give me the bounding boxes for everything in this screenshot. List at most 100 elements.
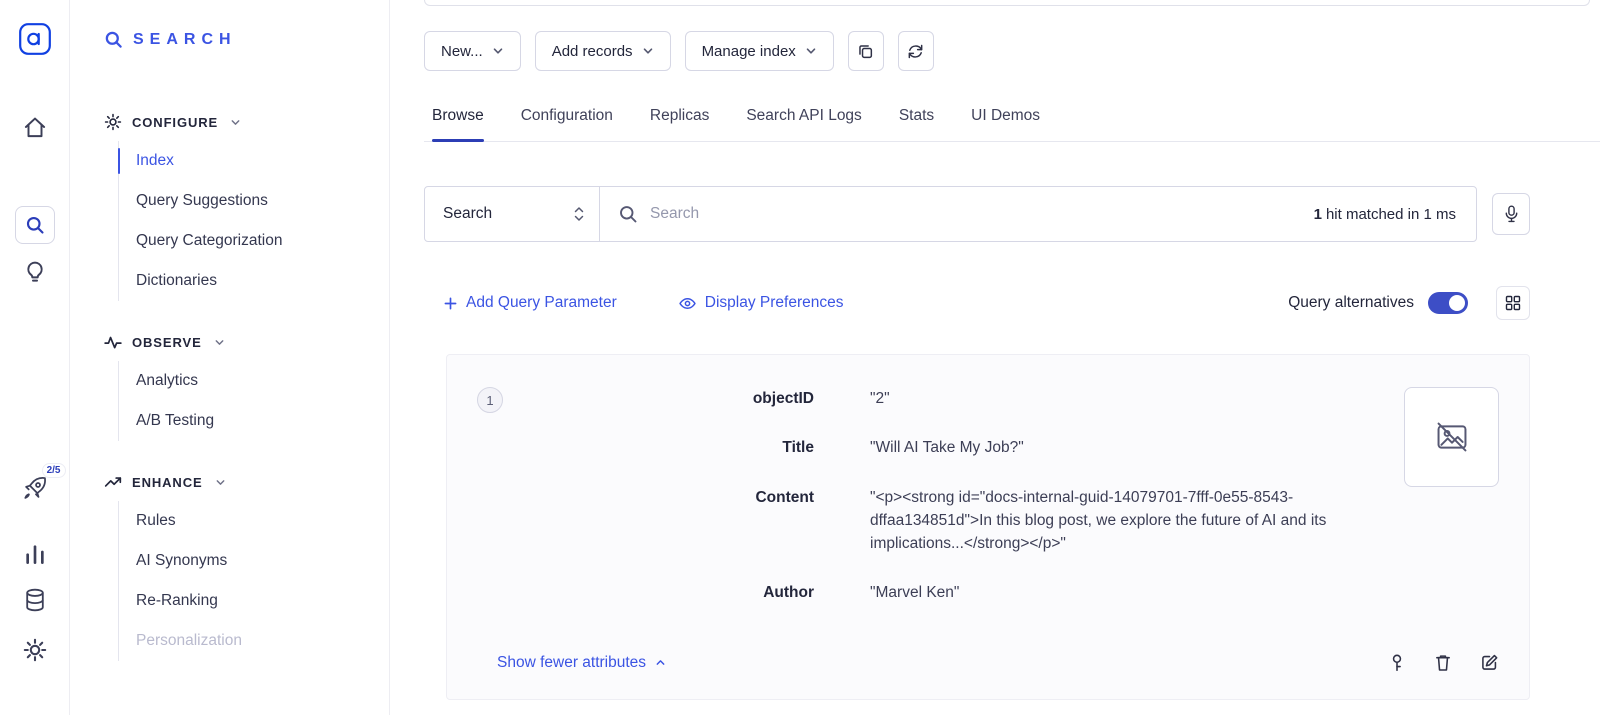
chevron-down-icon bbox=[642, 45, 654, 57]
show-fewer-attributes-link[interactable]: Show fewer attributes bbox=[497, 654, 666, 672]
attribute-value: "<p><strong id="docs-internal-guid-14079… bbox=[870, 486, 1379, 556]
tab-ui-demos[interactable]: UI Demos bbox=[971, 107, 1040, 141]
search-scope-selector[interactable]: Search bbox=[425, 187, 600, 241]
chevron-down-icon bbox=[805, 45, 817, 57]
hits-text: hit matched in 1 ms bbox=[1326, 206, 1456, 223]
query-alternatives-toggle[interactable] bbox=[1428, 292, 1468, 314]
tab-search-api-logs[interactable]: Search API Logs bbox=[746, 107, 861, 141]
sidebar-item-re-ranking[interactable]: Re-Ranking bbox=[119, 581, 389, 621]
recommend-icon[interactable] bbox=[23, 260, 47, 284]
analytics-icon[interactable] bbox=[23, 542, 47, 566]
search-input[interactable] bbox=[650, 205, 1294, 223]
rocket-icon[interactable]: 2/5 bbox=[21, 474, 49, 502]
attribute-row: Author "Marvel Ken" bbox=[525, 581, 1379, 604]
global-header-edge bbox=[424, 0, 1590, 6]
search-row: Search 1hit matched in 1 ms bbox=[424, 186, 1530, 242]
attribute-row: Content "<p><strong id="docs-internal-gu… bbox=[525, 486, 1379, 556]
section-label: OBSERVE bbox=[132, 335, 202, 350]
sidebar-item-personalization[interactable]: Personalization bbox=[119, 621, 389, 661]
sidebar-item-query-suggestions[interactable]: Query Suggestions bbox=[119, 181, 389, 221]
index-toolbar: New... Add records Manage index bbox=[424, 31, 1530, 71]
image-placeholder bbox=[1404, 387, 1499, 487]
add-records-button[interactable]: Add records bbox=[535, 31, 671, 71]
eye-icon bbox=[679, 295, 696, 312]
database-icon[interactable] bbox=[23, 588, 47, 612]
app-icon-rail: 2/5 bbox=[0, 0, 70, 715]
attribute-key: objectID bbox=[525, 387, 870, 410]
tab-stats[interactable]: Stats bbox=[899, 107, 934, 141]
attribute-key: Author bbox=[525, 581, 870, 604]
search-box: Search 1hit matched in 1 ms bbox=[424, 186, 1477, 242]
stepper-icon bbox=[573, 205, 585, 223]
add-records-label: Add records bbox=[552, 43, 633, 60]
attribute-row: Title "Will AI Take My Job?" bbox=[525, 436, 1379, 459]
plus-icon bbox=[444, 297, 457, 310]
attribute-key: Title bbox=[525, 436, 870, 459]
main-content: New... Add records Manage index bbox=[390, 0, 1600, 715]
sidebar-item-rules[interactable]: Rules bbox=[119, 501, 389, 541]
chevron-down-icon bbox=[214, 337, 225, 348]
product-name: SEARCH bbox=[133, 31, 237, 49]
add-query-parameter-link[interactable]: Add Query Parameter bbox=[444, 294, 617, 312]
product-title: SEARCH bbox=[104, 30, 389, 49]
activity-icon bbox=[104, 333, 122, 351]
sidebar-item-ab-testing[interactable]: A/B Testing bbox=[119, 401, 389, 441]
show-fewer-label: Show fewer attributes bbox=[497, 654, 646, 672]
hit-rank-badge: 1 bbox=[477, 387, 503, 413]
refresh-icon[interactable] bbox=[898, 31, 934, 71]
edit-icon[interactable] bbox=[1480, 653, 1499, 672]
search-product-icon[interactable] bbox=[15, 206, 55, 244]
image-off-icon bbox=[1435, 420, 1469, 454]
attribute-value: "Marvel Ken" bbox=[870, 581, 959, 604]
tab-configuration[interactable]: Configuration bbox=[521, 107, 613, 141]
chevron-up-icon bbox=[655, 657, 666, 668]
sidebar-item-ai-synonyms[interactable]: AI Synonyms bbox=[119, 541, 389, 581]
search-icon bbox=[618, 204, 638, 224]
sidebar-item-index[interactable]: Index bbox=[119, 141, 389, 181]
toggle-knob bbox=[1449, 295, 1465, 311]
hits-summary: 1hit matched in 1 ms bbox=[1314, 206, 1456, 223]
copy-icon[interactable] bbox=[848, 31, 884, 71]
chevron-down-icon bbox=[215, 477, 226, 488]
grid-view-icon[interactable] bbox=[1496, 286, 1530, 320]
manage-index-button[interactable]: Manage index bbox=[685, 31, 834, 71]
query-alternatives-label: Query alternatives bbox=[1288, 294, 1414, 312]
new-button[interactable]: New... bbox=[424, 31, 521, 71]
section-label: CONFIGURE bbox=[132, 115, 218, 130]
manage-index-label: Manage index bbox=[702, 43, 796, 60]
sidebar-item-dictionaries[interactable]: Dictionaries bbox=[119, 261, 389, 301]
hit-card: 1 objectID "2" Title "Will AI Take My Jo… bbox=[446, 354, 1530, 700]
settings-icon[interactable] bbox=[23, 638, 47, 662]
display-preferences-label: Display Preferences bbox=[705, 294, 844, 312]
section-observe[interactable]: OBSERVE bbox=[104, 331, 389, 353]
delete-icon[interactable] bbox=[1434, 653, 1452, 672]
chevron-down-icon bbox=[492, 45, 504, 57]
section-enhance[interactable]: ENHANCE bbox=[104, 471, 389, 493]
new-button-label: New... bbox=[441, 43, 483, 60]
attribute-key: Content bbox=[525, 486, 870, 509]
gear-icon bbox=[104, 113, 122, 131]
query-controls-row: Add Query Parameter Display Preferences … bbox=[424, 286, 1530, 320]
product-sidebar: SEARCH CONFIGURE Index Query Suggestions… bbox=[70, 0, 390, 715]
microphone-icon[interactable] bbox=[1492, 193, 1530, 235]
section-label: ENHANCE bbox=[132, 475, 203, 490]
section-configure[interactable]: CONFIGURE bbox=[104, 111, 389, 133]
tab-browse[interactable]: Browse bbox=[432, 107, 484, 141]
trend-up-icon bbox=[104, 473, 122, 491]
hit-rank-cell: 1 bbox=[477, 387, 525, 605]
display-preferences-link[interactable]: Display Preferences bbox=[679, 294, 844, 312]
attribute-value: "Will AI Take My Job?" bbox=[870, 436, 1024, 459]
api-key-icon[interactable] bbox=[1388, 653, 1406, 673]
home-icon[interactable] bbox=[22, 114, 48, 140]
algolia-logo[interactable] bbox=[18, 22, 52, 56]
index-tabs: Browse Configuration Replicas Search API… bbox=[424, 107, 1600, 142]
search-icon bbox=[104, 30, 123, 49]
scope-label: Search bbox=[443, 205, 492, 223]
tab-replicas[interactable]: Replicas bbox=[650, 107, 709, 141]
sidebar-item-query-categorization[interactable]: Query Categorization bbox=[119, 221, 389, 261]
hit-attributes: objectID "2" Title "Will AI Take My Job?… bbox=[525, 387, 1379, 605]
hits-count: 1 bbox=[1314, 206, 1322, 223]
attribute-row: objectID "2" bbox=[525, 387, 1379, 410]
sidebar-item-analytics[interactable]: Analytics bbox=[119, 361, 389, 401]
hit-card-footer: Show fewer attributes bbox=[477, 653, 1499, 673]
